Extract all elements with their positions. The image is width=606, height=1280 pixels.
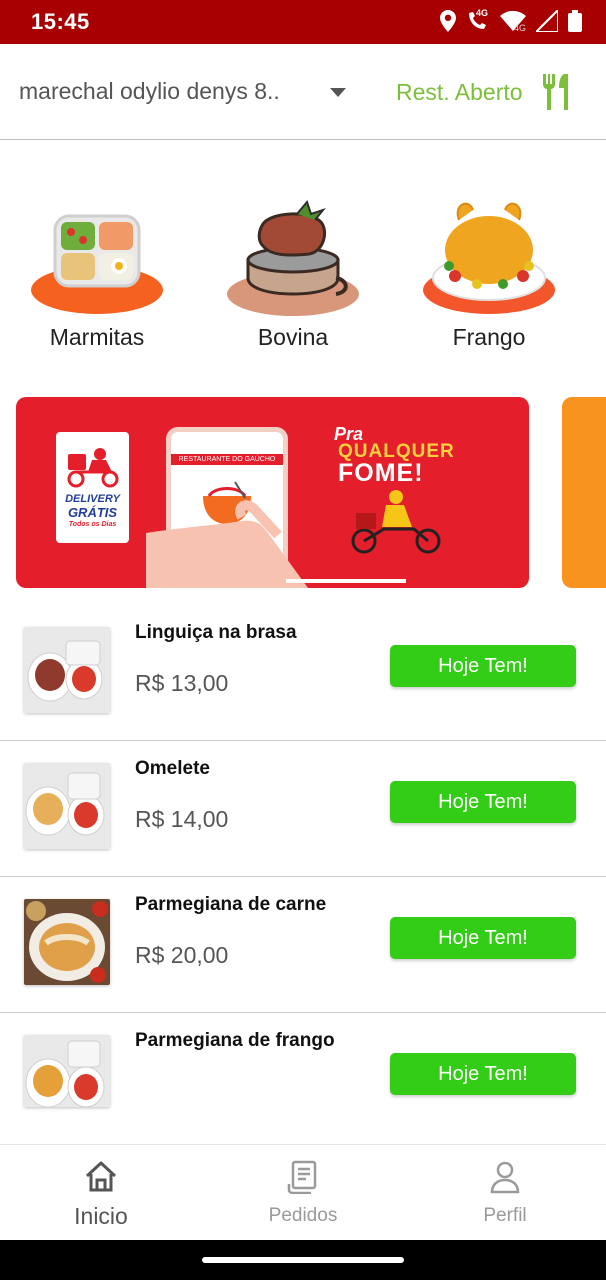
- badge-line-3: Todos os Dias: [68, 521, 117, 528]
- wifi-call-icon: 4G: [466, 8, 490, 32]
- item-image: [24, 627, 110, 713]
- network-label-2: 4G: [514, 23, 527, 33]
- list-item[interactable]: Parmegiana de carne R$ 20,00 Hoje Tem!: [0, 877, 606, 1013]
- category-bovina[interactable]: Bovina: [218, 190, 368, 360]
- category-frango[interactable]: Frango: [414, 190, 564, 360]
- person-icon: [489, 1160, 521, 1194]
- wifi-icon: 4G: [500, 10, 527, 33]
- signal-icon: [536, 10, 558, 32]
- item-price: R$ 13,00: [135, 670, 229, 696]
- category-label: Frango: [452, 324, 526, 350]
- bottom-nav: Inicio Pedidos Perfil: [0, 1144, 606, 1240]
- nav-label: Inicio: [74, 1203, 128, 1229]
- category-label: Marmitas: [49, 324, 145, 350]
- nav-item-inicio[interactable]: Inicio: [0, 1145, 202, 1241]
- nav-item-pedidos[interactable]: Pedidos: [202, 1145, 404, 1241]
- list-item[interactable]: Linguiça na brasa R$ 13,00 Hoje Tem!: [0, 605, 606, 741]
- item-price: R$ 20,00: [135, 942, 229, 968]
- today-available-button[interactable]: Hoje Tem!: [390, 917, 576, 959]
- receipt-icon: [287, 1160, 319, 1195]
- chevron-down-icon[interactable]: [330, 88, 346, 97]
- list-item[interactable]: Parmegiana de frango Hoje Tem!: [0, 1013, 606, 1149]
- chicken-icon: [419, 190, 559, 318]
- system-nav-bar: [0, 1240, 606, 1280]
- address-selector[interactable]: marechal odylio denys 8..: [19, 78, 304, 105]
- delivery-rider-icon: [351, 490, 441, 554]
- home-icon: [85, 1160, 117, 1194]
- promo-banner[interactable]: DELIVERY GRÁTIS Todos os Dias RESTAURANT…: [16, 397, 529, 588]
- status-icons: 4G 4G: [440, 8, 582, 33]
- badge-line-1: DELIVERY: [65, 493, 120, 505]
- nav-label: Pedidos: [268, 1205, 338, 1226]
- address-underline: [0, 139, 302, 140]
- today-available-button[interactable]: Hoje Tem!: [390, 645, 576, 687]
- item-image: [24, 763, 110, 849]
- nav-label: Perfil: [483, 1205, 527, 1226]
- item-price: R$ 14,00: [135, 806, 229, 832]
- delivery-badge: DELIVERY GRÁTIS Todos os Dias: [56, 432, 129, 543]
- badge-line-2: GRÁTIS: [67, 505, 118, 520]
- delivery-bike-icon: [67, 448, 119, 488]
- fork-knife-icon: [540, 74, 574, 115]
- item-name: Parmegiana de frango: [135, 1030, 335, 1051]
- beef-icon: [223, 190, 363, 318]
- category-label: Bovina: [257, 324, 329, 350]
- list-item[interactable]: Omelete R$ 14,00 Hoje Tem!: [0, 741, 606, 877]
- item-name: Linguiça na brasa: [135, 622, 297, 643]
- promo-banner-next[interactable]: [562, 397, 606, 588]
- item-image: [24, 899, 110, 985]
- item-name: Omelete: [135, 758, 210, 779]
- header: marechal odylio denys 8.. Rest. Aberto: [0, 44, 606, 140]
- network-label-1: 4G: [476, 8, 489, 18]
- marmita-icon: [27, 190, 167, 318]
- restaurant-status: Rest. Aberto: [396, 79, 523, 105]
- status-time: 15:45: [31, 9, 90, 34]
- item-image: [24, 1035, 110, 1107]
- location-icon: [440, 10, 456, 32]
- today-available-button[interactable]: Hoje Tem!: [390, 1053, 576, 1095]
- category-marmitas[interactable]: Marmitas: [22, 190, 172, 360]
- phone-brand: RESTAURANTE DO GAÚCHO: [171, 454, 283, 465]
- battery-icon: [568, 10, 582, 32]
- today-available-button[interactable]: Hoje Tem!: [390, 781, 576, 823]
- home-gesture-pill[interactable]: [202, 1257, 404, 1263]
- nav-item-perfil[interactable]: Perfil: [404, 1145, 606, 1241]
- header-divider: [302, 139, 606, 140]
- status-bar: 15:45 4G 4G: [0, 0, 606, 44]
- slogan-line-3: FOME!: [338, 459, 424, 487]
- item-name: Parmegiana de carne: [135, 894, 327, 915]
